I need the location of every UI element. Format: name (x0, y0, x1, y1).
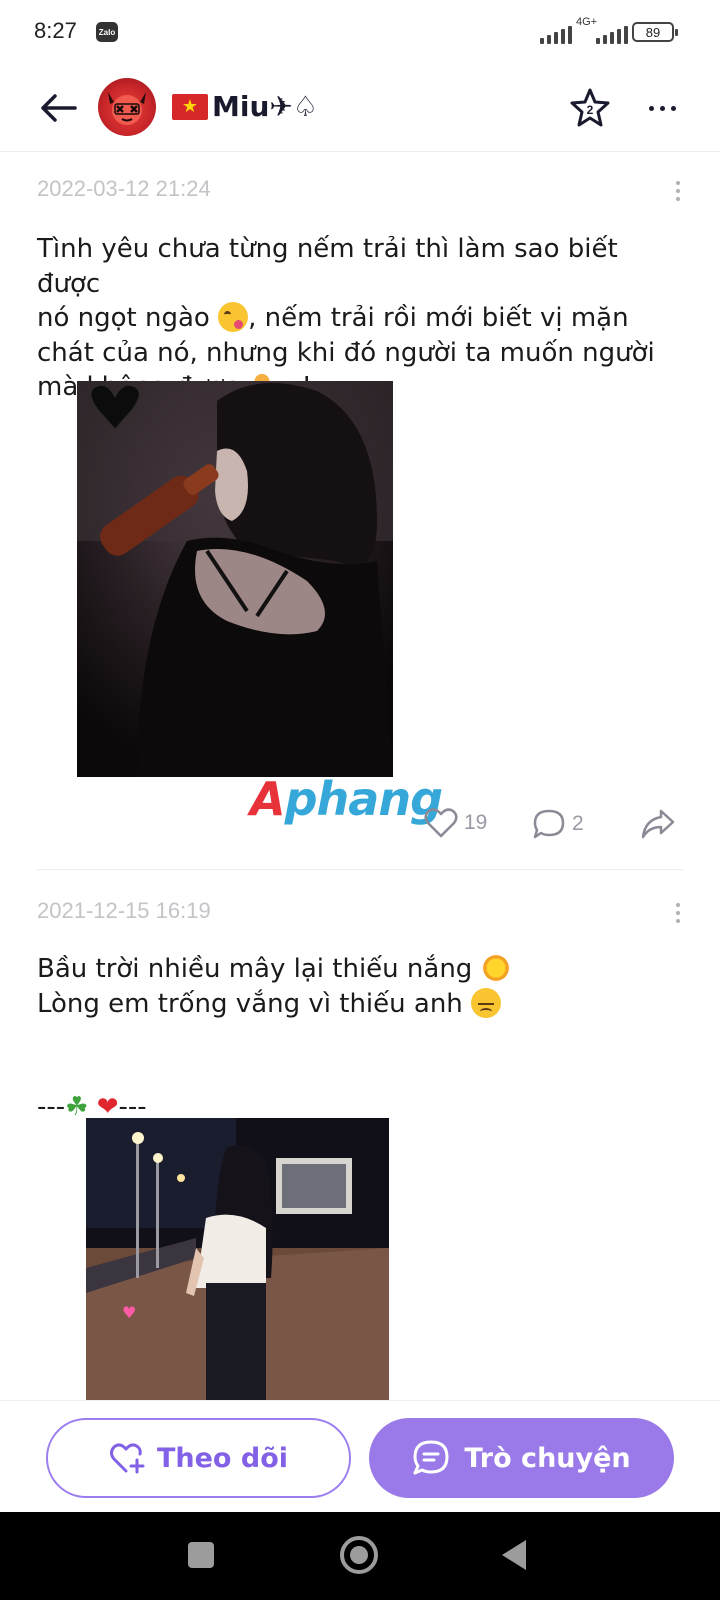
post-divider (37, 869, 683, 870)
post-text-line: --- (37, 1092, 66, 1122)
post-photo[interactable]: ♥ (86, 1118, 389, 1400)
disappointed-emoji-icon (471, 987, 502, 1018)
post-menu-button[interactable] (666, 176, 690, 206)
post-text-line: chát của nó, nhưng khi đó người ta muốn … (37, 337, 655, 368)
share-button[interactable] (640, 808, 676, 840)
status-bar: 8:27 Zalo 4G+ 89 (0, 0, 720, 66)
dot-icon (670, 105, 676, 111)
chat-label: Trò chuyện (464, 1442, 631, 1474)
post-text-line: nó ngọt ngào (37, 303, 219, 333)
profile-header: ★ Miu✈♤ 2 (0, 66, 720, 152)
system-back-icon[interactable] (502, 1540, 526, 1570)
dot-icon (648, 105, 654, 111)
more-options-button[interactable] (640, 86, 684, 130)
signal-icon (540, 24, 572, 44)
post-text-line: Tình yêu chưa từng nếm trải thì làm sao … (37, 234, 618, 299)
girl-street-night-photo: ♥ (86, 1118, 389, 1400)
post-text-line: Lòng em trống vắng vì thiếu anh (37, 988, 472, 1019)
sun-emoji-icon (480, 953, 511, 983)
clover-emoji-icon: ☘ (65, 1092, 89, 1122)
recent-apps-icon[interactable] (188, 1542, 214, 1568)
post-menu-button[interactable] (666, 898, 690, 928)
comment-icon (533, 809, 565, 839)
post-photo[interactable] (77, 381, 393, 777)
heart-plus-icon (109, 1443, 145, 1474)
signal-icon-2 (596, 24, 628, 44)
battery-icon: 89 (632, 22, 678, 42)
share-icon (641, 809, 675, 839)
post-timestamp: 2022-03-12 21:24 (37, 176, 211, 201)
post-text-line: , nếm trải rồi mới biết vị mặn (248, 303, 629, 333)
girl-drinking-photo (77, 381, 393, 777)
yum-emoji-icon (218, 302, 249, 332)
profile-name[interactable]: ★ Miu✈♤ (172, 90, 318, 123)
post-actions: 19 2 (0, 808, 720, 852)
back-button[interactable] (34, 84, 82, 132)
heart-icon (424, 808, 458, 838)
follow-button[interactable]: Theo dõi (46, 1418, 351, 1498)
svg-text:♥: ♥ (122, 1303, 136, 1322)
devil-avatar-icon (108, 92, 146, 125)
close-friend-star-button[interactable]: 2 (568, 86, 612, 130)
like-button[interactable]: 19 (424, 808, 487, 838)
comment-button[interactable]: 2 (532, 808, 584, 840)
status-time: 8:27 (34, 18, 77, 43)
chat-button[interactable]: Trò chuyện (369, 1418, 674, 1498)
zalo-notification-icon: Zalo (96, 22, 118, 42)
system-navigation-bar (0, 1512, 720, 1600)
home-icon[interactable] (340, 1536, 378, 1574)
like-count: 19 (464, 811, 488, 834)
star-icon: 2 (570, 88, 610, 127)
network-label: 4G+ (576, 16, 598, 28)
post-text-line: Bầu trời nhiều mây lại thiếu nắng (37, 954, 481, 984)
dot-icon (659, 105, 665, 111)
chat-bubble-icon (413, 1440, 449, 1475)
vietnam-flag-icon: ★ (172, 93, 208, 120)
star-count: 2 (587, 103, 594, 117)
back-arrow-icon (41, 94, 77, 122)
post-text: Tình yêu chưa từng nếm trải thì làm sao … (37, 232, 687, 405)
profile-name-text: Miu✈♤ (212, 90, 318, 123)
post-text: Bầu trời nhiều mây lại thiếu nắng Lòng e… (37, 952, 687, 1021)
bottom-action-bar: Theo dõi Trò chuyện (0, 1400, 720, 1512)
follow-label: Theo dõi (156, 1442, 289, 1474)
post-timestamp: 2021-12-15 16:19 (37, 898, 211, 923)
comment-count: 2 (572, 812, 584, 835)
avatar[interactable] (98, 78, 156, 136)
